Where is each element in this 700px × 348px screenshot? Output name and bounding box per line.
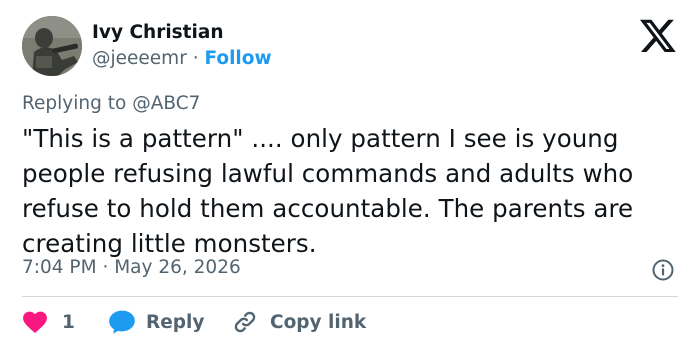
- author-handle-row: @jeeeemr · Follow: [92, 48, 272, 69]
- divider: [22, 296, 678, 297]
- copy-link-label: Copy link: [270, 311, 367, 333]
- replying-to-handle[interactable]: @ABC7: [132, 93, 200, 114]
- author-handle[interactable]: @jeeeemr: [92, 48, 187, 69]
- follow-button[interactable]: Follow: [204, 48, 271, 69]
- x-logo-icon[interactable]: [640, 19, 676, 53]
- tweet-time[interactable]: 7:04 PM: [22, 257, 97, 278]
- speech-bubble-icon: [108, 309, 136, 335]
- reply-button[interactable]: Reply: [108, 308, 204, 336]
- link-icon: [232, 309, 258, 335]
- heart-icon: [22, 310, 48, 334]
- handle-separator: ·: [192, 48, 199, 69]
- copy-link-button[interactable]: Copy link: [232, 308, 366, 336]
- reply-label: Reply: [146, 311, 205, 333]
- replying-to-label: Replying to: [22, 93, 127, 114]
- like-count: 1: [62, 311, 75, 333]
- tweet-date[interactable]: May 26, 2026: [114, 257, 241, 278]
- avatar[interactable]: [22, 16, 82, 76]
- avatar-image: [22, 16, 82, 76]
- timestamp-separator: ·: [102, 257, 109, 278]
- tweet-timestamp[interactable]: 7:04 PM · May 26, 2026: [22, 257, 241, 278]
- tweet-text: "This is a pattern" .... only pattern I …: [22, 124, 634, 258]
- info-icon[interactable]: [651, 258, 675, 282]
- author-name[interactable]: Ivy Christian: [92, 22, 224, 43]
- replying-to-line: Replying to @ABC7: [22, 93, 200, 114]
- like-button[interactable]: 1: [22, 308, 75, 336]
